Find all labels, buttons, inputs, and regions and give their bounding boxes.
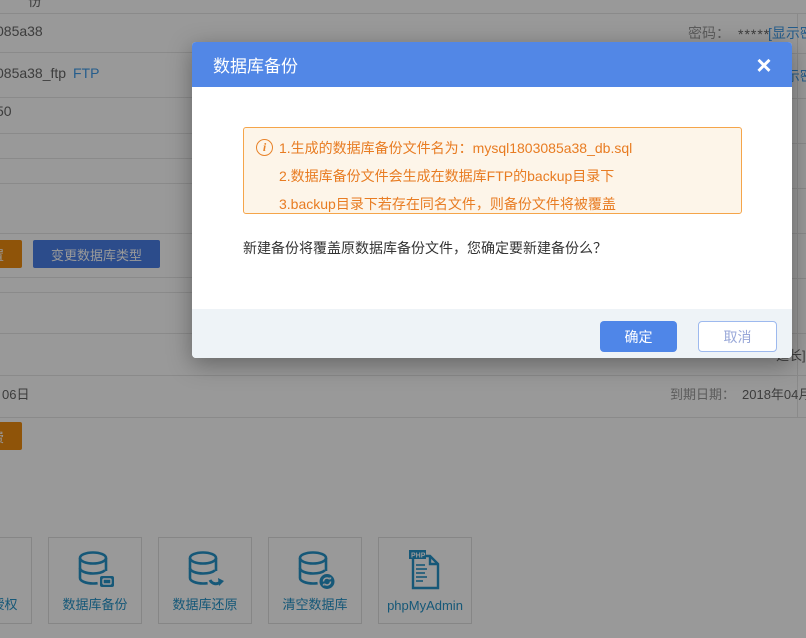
- info-icon: i: [256, 139, 273, 156]
- database-backup-dialog: 数据库备份 × i 1.生成的数据库备份文件名为：mysql1803085a38…: [192, 42, 792, 358]
- cancel-button[interactable]: 取消: [698, 321, 777, 352]
- notice-lines: 1.生成的数据库备份文件名为：mysql1803085a38_db.sql 2.…: [279, 134, 632, 218]
- confirm-message: 新建备份将覆盖原数据库备份文件，您确定要新建备份么？: [243, 238, 607, 258]
- app-window: 份 085a38 密码： ***** [显示密码] 085a38_ftp FTP…: [0, 0, 806, 638]
- notice-line-3: 3.backup目录下若存在同名文件，则备份文件将被覆盖: [279, 190, 632, 218]
- close-icon[interactable]: ×: [750, 52, 778, 78]
- dialog-title: 数据库备份: [213, 52, 298, 77]
- dialog-footer: 确定 取消: [192, 309, 792, 358]
- notice-box: i 1.生成的数据库备份文件名为：mysql1803085a38_db.sql …: [243, 127, 742, 214]
- ok-button[interactable]: 确定: [600, 321, 677, 352]
- notice-line-1: 1.生成的数据库备份文件名为：mysql1803085a38_db.sql: [279, 134, 632, 162]
- notice-line-2: 2.数据库备份文件会生成在数据库FTP的backup目录下: [279, 162, 632, 190]
- dialog-header: 数据库备份 ×: [192, 42, 792, 87]
